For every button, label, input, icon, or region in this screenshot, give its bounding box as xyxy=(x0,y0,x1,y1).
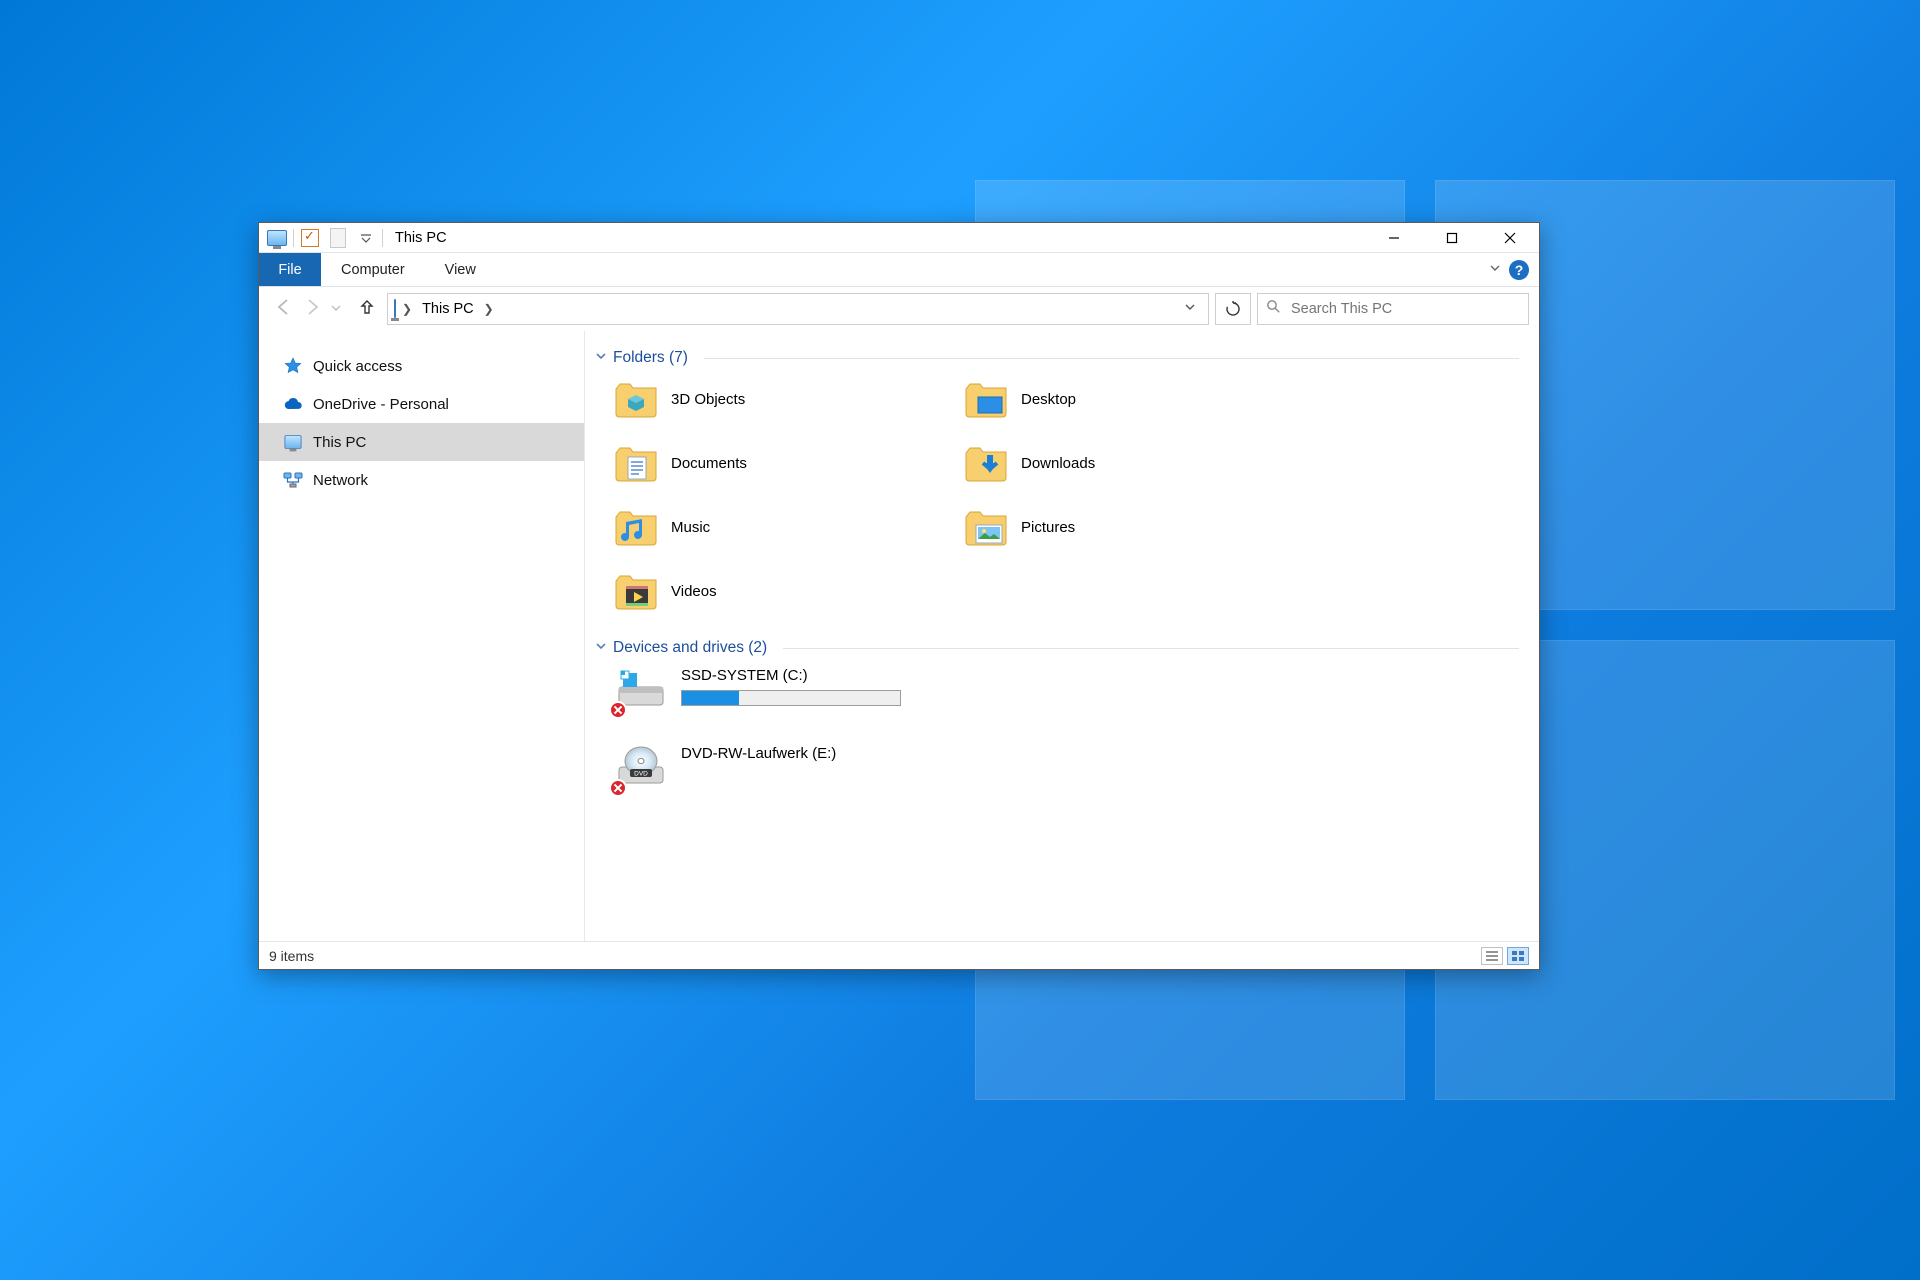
drive-label: SSD-SYSTEM (C:) xyxy=(681,667,911,684)
documents-folder-icon xyxy=(613,441,659,485)
folder-downloads[interactable]: Downloads xyxy=(963,441,1313,485)
close-button[interactable] xyxy=(1481,223,1539,253)
group-title: Folders (7) xyxy=(613,349,688,367)
tab-view[interactable]: View xyxy=(425,253,496,286)
nav-arrows xyxy=(269,298,347,321)
address-history-button[interactable] xyxy=(1178,300,1202,318)
system-menu-icon[interactable] xyxy=(263,224,291,252)
qat-separator-2 xyxy=(382,229,383,247)
music-folder-icon xyxy=(613,505,659,549)
capacity-bar xyxy=(681,690,901,706)
up-button[interactable] xyxy=(353,299,381,320)
drive-info: SSD-SYSTEM (C:) xyxy=(681,667,911,706)
folder-label: 3D Objects xyxy=(671,391,745,408)
qat-separator xyxy=(293,229,294,247)
ribbon-collapse-icon[interactable] xyxy=(1489,262,1501,277)
drive-label: DVD-RW-Laufwerk (E:) xyxy=(681,745,911,762)
folder-music[interactable]: Music xyxy=(613,505,963,549)
drives-list: SSD-SYSTEM (C:) DVD DVD-RW-Laufwerk (E:) xyxy=(613,667,1519,793)
chevron-down-icon[interactable] xyxy=(595,639,607,657)
status-bar: 9 items xyxy=(259,941,1539,969)
sidebar-item-label: This PC xyxy=(313,434,366,451)
navigation-row: ❯ This PC ❯ xyxy=(259,287,1539,331)
folder-documents[interactable]: Documents xyxy=(613,441,963,485)
folder-pictures[interactable]: Pictures xyxy=(963,505,1313,549)
properties-icon[interactable] xyxy=(296,224,324,252)
sidebar-item-label: Quick access xyxy=(313,358,402,375)
file-explorer-window: This PC File Computer View ? xyxy=(258,222,1540,970)
window-title: This PC xyxy=(395,230,447,246)
folder-videos[interactable]: Videos xyxy=(613,569,963,613)
cloud-icon xyxy=(283,394,303,414)
star-icon xyxy=(283,356,303,376)
help-icon[interactable]: ? xyxy=(1509,260,1529,280)
recent-locations-button[interactable] xyxy=(331,300,341,318)
dvd-drive-icon: DVD xyxy=(613,745,667,793)
error-badge-icon xyxy=(609,779,627,797)
file-tab[interactable]: File xyxy=(259,253,321,286)
sidebar-item-network[interactable]: Network xyxy=(259,461,584,499)
folders-grid: 3D Objects Desktop Documents xyxy=(613,377,1519,613)
group-header-drives[interactable]: Devices and drives (2) xyxy=(595,639,1519,657)
error-badge-icon xyxy=(609,701,627,719)
search-input[interactable] xyxy=(1289,300,1520,318)
ssd-drive-icon xyxy=(613,667,667,715)
content-pane: Folders (7) 3D Objects Desktop xyxy=(585,331,1539,941)
folder-label: Downloads xyxy=(1021,455,1095,472)
folder-label: Documents xyxy=(671,455,747,472)
quick-access-toolbar xyxy=(259,224,385,252)
group-header-folders[interactable]: Folders (7) xyxy=(595,349,1519,367)
breadcrumb-segment[interactable]: This PC xyxy=(418,301,478,317)
address-root-icon[interactable] xyxy=(394,300,396,318)
network-icon xyxy=(283,470,303,490)
sidebar-item-label: OneDrive - Personal xyxy=(313,396,449,413)
drive-ssd-system[interactable]: SSD-SYSTEM (C:) xyxy=(613,667,1519,715)
explorer-body: Quick access OneDrive - Personal This PC… xyxy=(259,331,1539,941)
desktop-folder-icon xyxy=(963,377,1009,421)
titlebar[interactable]: This PC xyxy=(259,223,1539,253)
search-icon xyxy=(1266,299,1281,319)
sidebar-item-this-pc[interactable]: This PC xyxy=(259,423,584,461)
details-view-button[interactable] xyxy=(1481,947,1503,965)
new-folder-icon[interactable] xyxy=(324,224,352,252)
drive-info: DVD-RW-Laufwerk (E:) xyxy=(681,745,911,762)
folder-label: Videos xyxy=(671,583,717,600)
capacity-fill xyxy=(682,691,739,705)
refresh-button[interactable] xyxy=(1215,293,1251,325)
window-controls xyxy=(1365,223,1539,253)
folder-3d-objects[interactable]: 3D Objects xyxy=(613,377,963,421)
folder-label: Pictures xyxy=(1021,519,1075,536)
pictures-folder-icon xyxy=(963,505,1009,549)
breadcrumb-chevron-icon[interactable]: ❯ xyxy=(402,302,412,316)
folder-label: Desktop xyxy=(1021,391,1076,408)
sidebar-item-onedrive[interactable]: OneDrive - Personal xyxy=(259,385,584,423)
search-box[interactable] xyxy=(1257,293,1529,325)
folder-desktop[interactable]: Desktop xyxy=(963,377,1313,421)
group-title: Devices and drives (2) xyxy=(613,639,767,657)
breadcrumb-chevron-icon[interactable]: ❯ xyxy=(484,302,494,316)
svg-text:DVD: DVD xyxy=(634,771,648,778)
maximize-button[interactable] xyxy=(1423,223,1481,253)
back-button[interactable] xyxy=(275,298,293,321)
qat-customize-icon[interactable] xyxy=(352,224,380,252)
view-switcher xyxy=(1481,947,1529,965)
videos-folder-icon xyxy=(613,569,659,613)
sidebar-item-label: Network xyxy=(313,472,368,489)
address-bar[interactable]: ❯ This PC ❯ xyxy=(387,293,1209,325)
status-text: 9 items xyxy=(269,948,314,964)
folder-label: Music xyxy=(671,519,710,536)
drive-dvd-rw[interactable]: DVD DVD-RW-Laufwerk (E:) xyxy=(613,745,1519,793)
downloads-folder-icon xyxy=(963,441,1009,485)
tiles-view-button[interactable] xyxy=(1507,947,1529,965)
3d-objects-icon xyxy=(613,377,659,421)
minimize-button[interactable] xyxy=(1365,223,1423,253)
sidebar-item-quick-access[interactable]: Quick access xyxy=(259,347,584,385)
forward-button[interactable] xyxy=(303,298,321,321)
navigation-pane: Quick access OneDrive - Personal This PC… xyxy=(259,331,585,941)
monitor-icon xyxy=(283,432,303,452)
ribbon-tabs: File Computer View ? xyxy=(259,253,1539,287)
tab-computer[interactable]: Computer xyxy=(321,253,425,286)
chevron-down-icon[interactable] xyxy=(595,349,607,367)
